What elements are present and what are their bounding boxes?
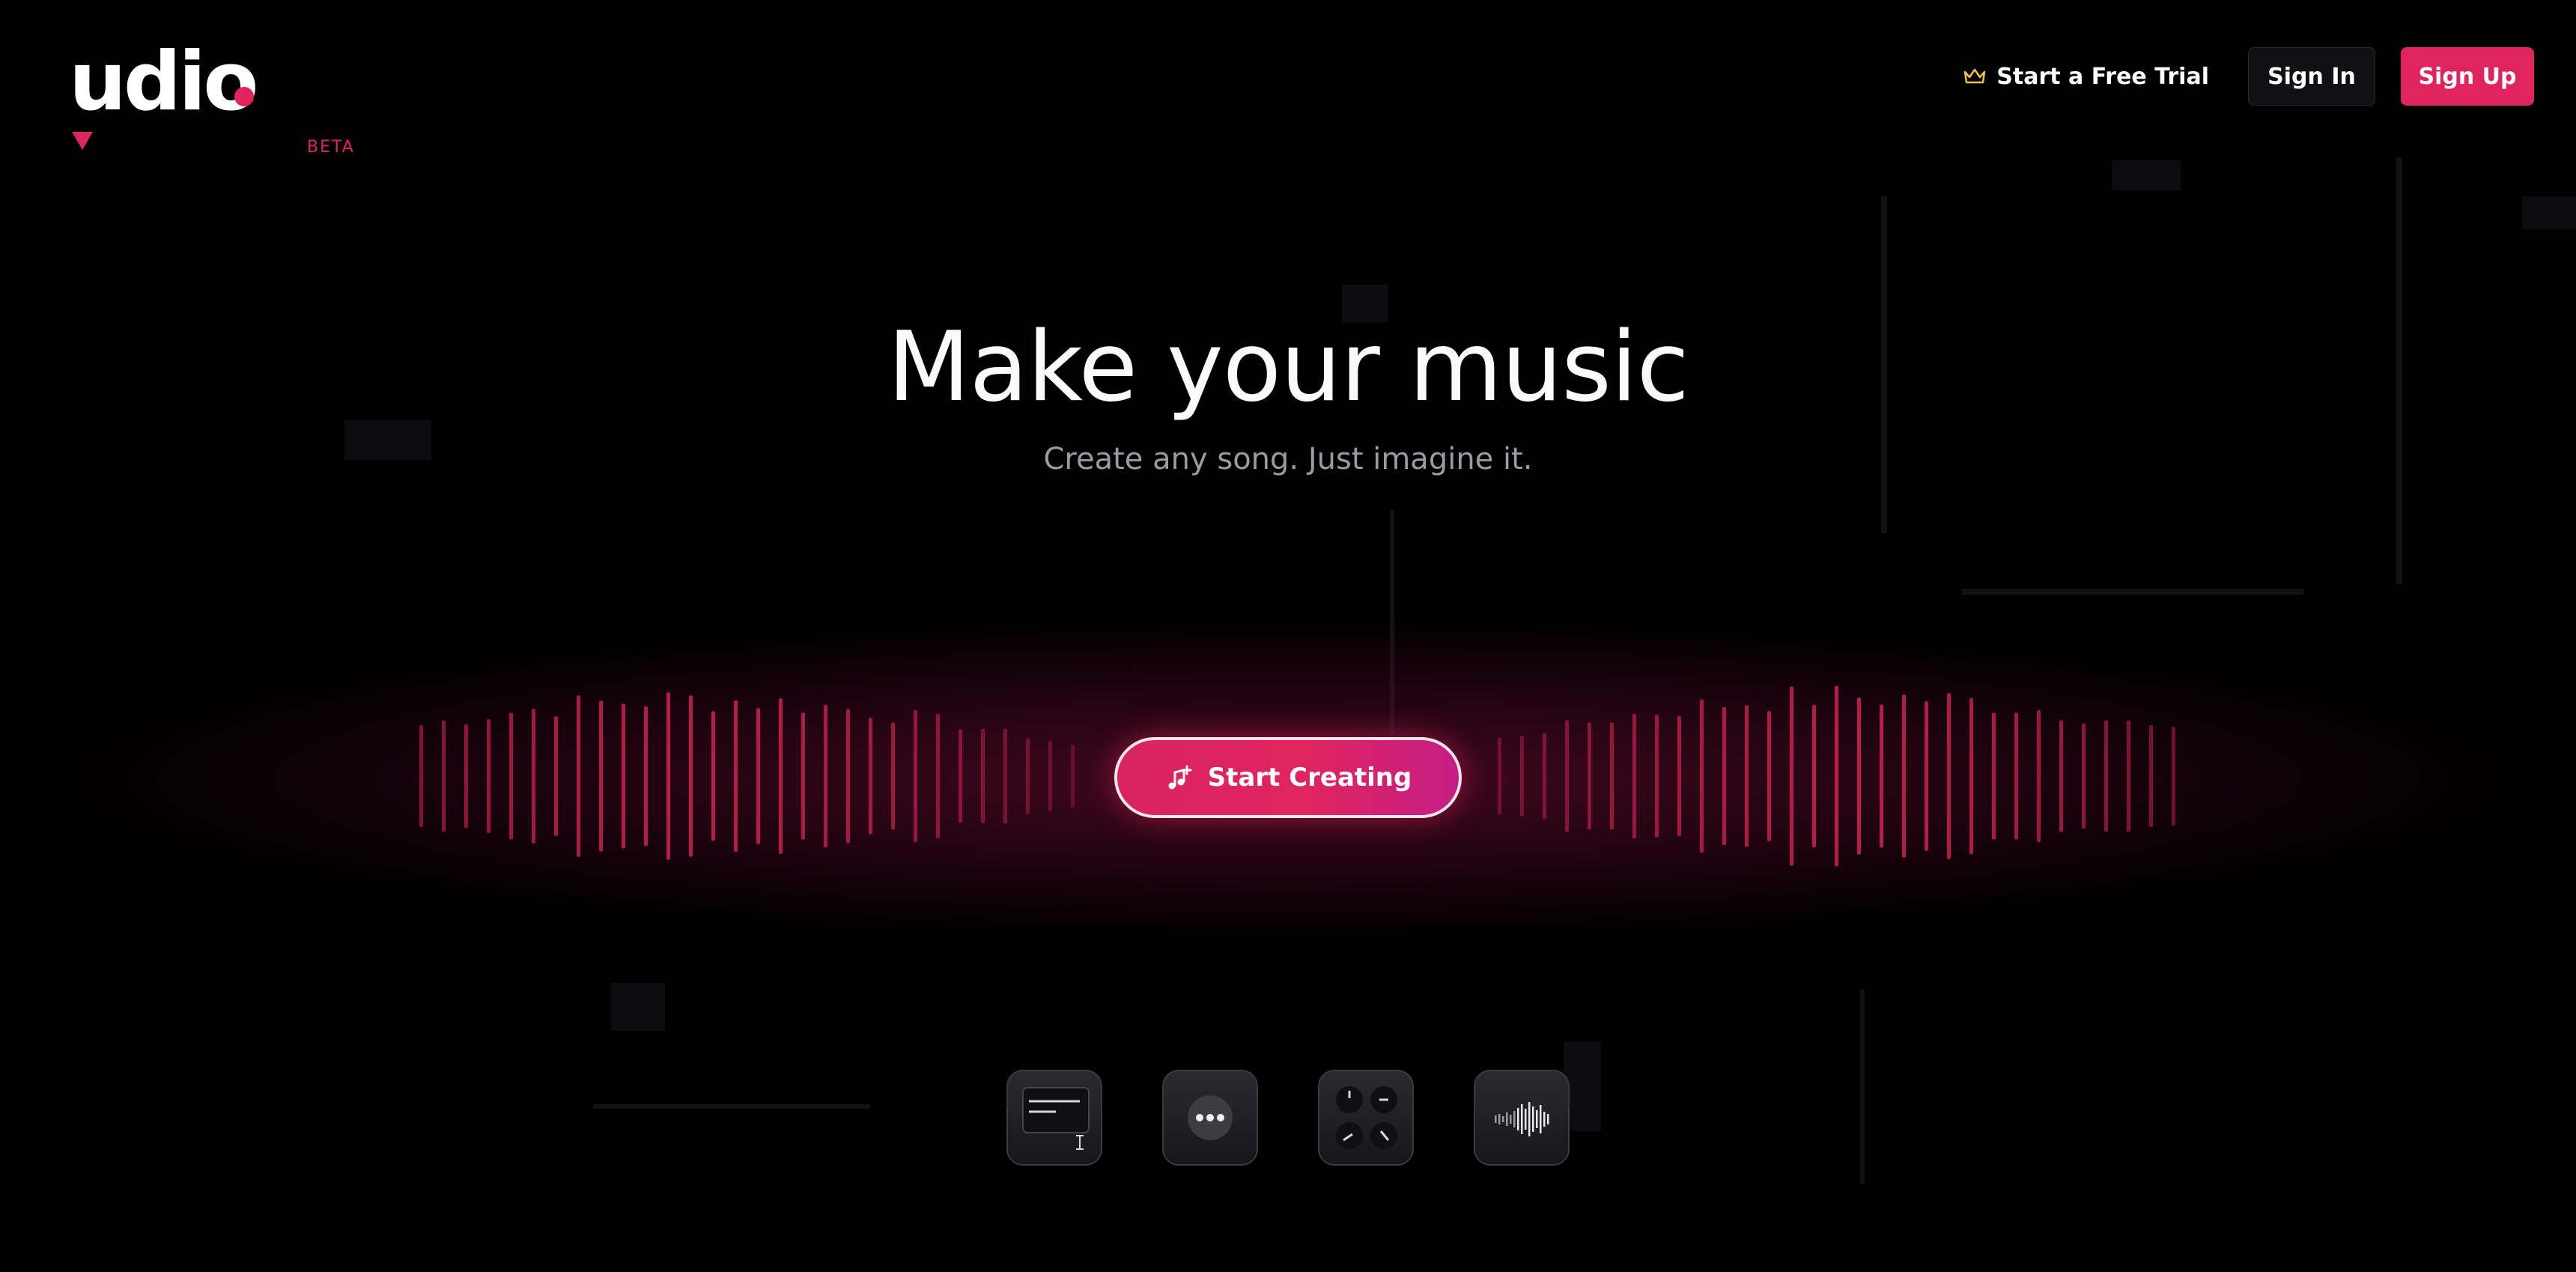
start-creating-label: Start Creating [1207, 763, 1412, 793]
waveform-bar [869, 718, 872, 835]
waveform-icon-bar [1521, 1104, 1523, 1134]
waveform-bar [1902, 694, 1906, 858]
waveform-bar [2172, 727, 2175, 826]
waveform-bar [1655, 715, 1659, 838]
waveform-bar [1677, 715, 1681, 837]
waveform-bar [442, 720, 446, 832]
waveform-bar [1992, 712, 1996, 840]
waveform-bar [801, 712, 805, 840]
waveform-bar [532, 709, 535, 844]
landing-page: udio BETA Start a Free Trial Sign In Sig… [0, 0, 2576, 1272]
knobs-icon [1336, 1086, 1397, 1149]
waveform-icon-bar [1543, 1112, 1546, 1127]
waveform-icon-bar [1532, 1106, 1534, 1132]
waveform-icon-bar [1506, 1112, 1508, 1126]
start-creating-button[interactable]: Start Creating [1114, 737, 1462, 818]
waveform-bar [1588, 722, 1591, 830]
chat-bubble-icon [1188, 1095, 1233, 1140]
waveform-icon [1495, 1102, 1549, 1136]
waveform-bar [1498, 737, 1501, 815]
feature-tiles [1006, 1070, 1570, 1166]
waveform-bar [2149, 724, 2153, 828]
feature-tile-knobs[interactable] [1318, 1070, 1414, 1166]
waveform-bar [914, 709, 917, 843]
waveform-bar [554, 716, 558, 836]
waveform-bar [779, 698, 783, 854]
waveform-bar [1048, 740, 1052, 812]
waveform-bar [846, 709, 850, 844]
waveform-bar [1857, 697, 1861, 855]
waveform-icon-bar [1510, 1115, 1512, 1124]
waveform-bar [487, 719, 490, 833]
waveform-bar [1790, 686, 1793, 866]
waveform-icon-bar [1517, 1108, 1519, 1130]
waveform-bar [2127, 720, 2130, 832]
waveform-bar [756, 708, 760, 844]
waveform-bar [622, 703, 625, 849]
waveform-icon-bar [1547, 1114, 1549, 1124]
waveform-bar [824, 704, 827, 848]
waveform-bar [891, 722, 895, 830]
waveform-bar [1925, 701, 1928, 851]
waveform-bar [1812, 704, 1816, 848]
waveform-bar [2104, 720, 2108, 832]
feature-tile-chat[interactable] [1162, 1070, 1258, 1166]
waveform-bar [1520, 735, 1524, 817]
waveform-icon-bar [1498, 1114, 1501, 1124]
waveform-bar [734, 700, 738, 852]
waveform-icon-bar [1495, 1115, 1497, 1123]
waveform-bar [2014, 712, 2018, 840]
waveform-bar [1610, 722, 1614, 830]
waveform-bar [936, 713, 940, 839]
waveform-bar [981, 728, 985, 824]
music-note-plus-icon [1168, 765, 1192, 790]
waveform-bar [1745, 705, 1749, 847]
waveform-bar [2082, 723, 2086, 829]
waveform-bar [666, 692, 670, 860]
waveform-bar [689, 695, 693, 857]
text-prompt-icon [1022, 1087, 1090, 1150]
feature-tile-waveform[interactable] [1474, 1070, 1570, 1166]
waveform-icon-bar [1513, 1111, 1516, 1127]
waveform-icon-bar [1525, 1109, 1527, 1130]
waveform-icon-bar [1528, 1102, 1531, 1136]
waveform-bar [959, 729, 962, 823]
waveform-bar [2037, 710, 2041, 842]
waveform-icon-bar [1536, 1110, 1538, 1128]
waveform-bar [1543, 733, 1546, 820]
waveform-bar [1026, 738, 1030, 814]
waveform-bar [1722, 706, 1726, 846]
waveform-bar [509, 712, 513, 840]
waveform-icon-bar [1502, 1116, 1504, 1122]
waveform-bar [1632, 713, 1636, 839]
waveform-icon-bar [1540, 1105, 1542, 1133]
waveform-bar [464, 724, 468, 829]
waveform-bar [711, 711, 715, 841]
waveform-bar [1565, 720, 1569, 832]
waveform-bar [419, 725, 423, 827]
waveform-bar [1767, 711, 1771, 841]
waveform-bar [1700, 699, 1704, 853]
waveform-bar [1071, 745, 1075, 808]
waveform-bar [1880, 704, 1883, 848]
waveform-bar [577, 695, 580, 857]
feature-tile-text[interactable] [1006, 1070, 1102, 1166]
waveform-bar [644, 706, 648, 847]
waveform-bar [2059, 720, 2063, 832]
waveform-bar [1969, 697, 1973, 855]
waveform-bar [599, 700, 603, 852]
waveform-bar [1947, 693, 1951, 859]
waveform-bar [1835, 685, 1838, 867]
waveform-bar [1003, 728, 1007, 824]
